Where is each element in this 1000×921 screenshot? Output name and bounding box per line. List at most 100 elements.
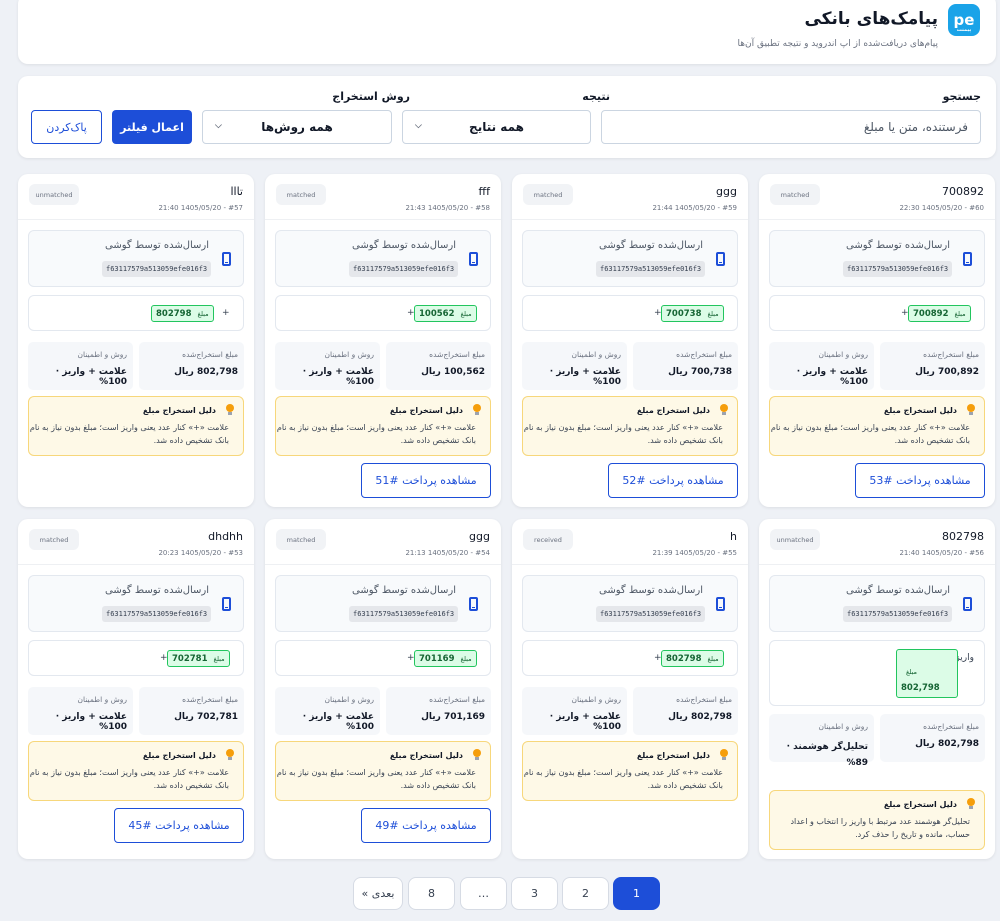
status-badge: matched	[276, 529, 326, 550]
extraction-reason-box: دلیل استخراج مبلغ علامت «+» کنار عدد یعنی…	[522, 741, 738, 801]
clear-filter-button[interactable]: پاک‌کردن	[31, 110, 102, 144]
sent-by-phone-box: ارسال‌شده توسط گوشی f63117579a513059efe01…	[275, 575, 491, 632]
extraction-reason-box: دلیل استخراج مبلغ علامت «+» کنار عدد یعنی…	[522, 396, 738, 456]
extracted-amount-label: مبلغ استخراج‌شده	[182, 350, 238, 359]
sent-by-phone-box: ارسال‌شده توسط گوشی f63117579a513059efe01…	[28, 575, 244, 632]
extraction-reason-box: دلیل استخراج مبلغ علامت «+» کنار عدد یعنی…	[28, 741, 244, 801]
sms-meta: #59 - 1405/05/20 21:44	[652, 204, 737, 212]
extraction-reason-title: دلیل استخراج مبلغ	[389, 751, 463, 760]
amount-highlight: 700738 مبلغ	[661, 305, 724, 322]
method-confidence-label: روش و اطمینان	[818, 350, 869, 359]
method-confidence-value: علامت + واریز · 100%	[302, 712, 374, 732]
page-button-2[interactable]: 2	[562, 877, 609, 910]
extracted-amount-label: مبلغ استخراج‌شده	[676, 695, 732, 704]
page-button-3[interactable]: 3	[511, 877, 558, 910]
phone-icon	[469, 597, 478, 611]
page-title: پیامک‌های بانکی	[804, 9, 938, 29]
extracted-amount-value: 700,738 ریال	[668, 367, 732, 377]
lightbulb-icon	[226, 404, 234, 415]
extraction-reason-text: علامت «+» کنار عدد یعنی واریز است؛ مبلغ …	[770, 423, 970, 445]
result-select-value: همه نتایج	[469, 120, 524, 134]
sms-sender: تااا	[230, 185, 243, 198]
amount-highlight-value: 701169	[419, 653, 455, 664]
sms-card: تااا #57 - 1405/05/20 21:40 unmatched ارسال…	[18, 174, 254, 507]
sms-body: 700738 مبلغ +	[522, 295, 738, 331]
amount-highlight-tag: مبلغ	[707, 309, 719, 318]
extracted-amount-box: مبلغ استخراج‌شده 700,738 ریال	[633, 342, 738, 390]
amount-highlight: 702781 مبلغ	[167, 650, 230, 667]
sms-card: dhdhh #53 - 1405/05/20 20:23 matched ارسال‌…	[18, 519, 254, 859]
page-button-8[interactable]: 8	[408, 877, 455, 910]
chevron-down-icon: ⌵	[415, 121, 422, 131]
view-payment-button[interactable]: مشاهده پرداخت #53	[855, 463, 985, 498]
device-hash: f63117579a513059efe016f3	[102, 606, 212, 622]
method-confidence-box: روش و اطمینان تحلیل‌گر هوشمند · 89%	[769, 714, 874, 768]
extraction-reason-text: علامت «+» کنار عدد یعنی واریز است؛ مبلغ …	[523, 768, 723, 790]
sent-by-phone-label: ارسال‌شده توسط گوشی	[846, 585, 950, 596]
extraction-reason-title: دلیل استخراج مبلغ	[389, 406, 463, 415]
view-payment-button[interactable]: مشاهده پرداخت #52	[608, 463, 738, 498]
sms-sender: ggg	[469, 530, 490, 543]
method-confidence-label: روش و اطمینان	[571, 695, 622, 704]
next-page-button[interactable]: بعدی »	[353, 877, 403, 910]
sms-meta: #53 - 1405/05/20 20:23	[158, 549, 243, 557]
method-confidence-value: علامت + واریز · 100%	[302, 367, 374, 387]
method-confidence-value: علامت + واریز · 100%	[796, 367, 868, 387]
lightbulb-icon	[473, 749, 481, 760]
apply-filter-button[interactable]: اعمال فیلتر	[112, 110, 192, 144]
extraction-reason-text: علامت «+» کنار عدد یعنی واریز است؛ مبلغ …	[523, 423, 723, 445]
extracted-amount-box: مبلغ استخراج‌شده 802,798 ریال	[633, 687, 738, 735]
phone-icon	[963, 597, 972, 611]
extraction-reason-box: دلیل استخراج مبلغ علامت «+» کنار عدد یعنی…	[275, 741, 491, 801]
plus-sign: +	[160, 653, 168, 663]
app-logo: pe پیمنت	[948, 4, 980, 36]
result-select[interactable]: همه نتایج ⌵	[402, 110, 591, 144]
amount-highlight-tag: مبلغ	[197, 309, 209, 318]
sms-sender: dhdhh	[208, 530, 243, 543]
sms-body: 701169 مبلغ +	[275, 640, 491, 676]
view-payment-button[interactable]: مشاهده پرداخت #49	[361, 808, 491, 843]
plus-sign: +	[654, 653, 662, 663]
sms-meta: #60 - 1405/05/20 22:30	[899, 204, 984, 212]
device-hash: f63117579a513059efe016f3	[596, 606, 706, 622]
amount-highlight: 701169 مبلغ	[414, 650, 477, 667]
amount-highlight-value: 100562	[419, 308, 455, 319]
amount-highlight-value: 802,798	[901, 683, 940, 693]
extracted-amount-value: 700,892 ریال	[915, 367, 979, 377]
method-select[interactable]: همه روش‌ها ⌵	[202, 110, 392, 144]
page-subtitle: پیام‌های دریافت‌شده از اپ اندروید و نتیج…	[737, 39, 939, 49]
sms-meta: #57 - 1405/05/20 21:40	[158, 204, 243, 212]
method-confidence-label: روش و اطمینان	[324, 695, 375, 704]
extraction-reason-title: دلیل استخراج مبلغ	[883, 800, 957, 809]
extracted-amount-label: مبلغ استخراج‌شده	[923, 350, 979, 359]
sms-meta: #54 - 1405/05/20 21:13	[405, 549, 490, 557]
device-hash: f63117579a513059efe016f3	[843, 261, 953, 277]
chevron-down-icon: ⌵	[215, 121, 222, 131]
extracted-amount-label: مبلغ استخراج‌شده	[182, 695, 238, 704]
plus-sign: +	[407, 308, 415, 318]
sms-body: 700892 مبلغ +	[769, 295, 985, 331]
method-confidence-value: علامت + واریز · 100%	[55, 712, 127, 732]
lightbulb-icon	[226, 749, 234, 760]
view-payment-button[interactable]: مشاهده پرداخت #51	[361, 463, 491, 498]
sms-card: fff #58 - 1405/05/20 21:43 matched ارسال‌شد…	[265, 174, 501, 507]
plus-sign: +	[901, 308, 909, 318]
method-confidence-box: روش و اطمینان علامت + واریز · 100%	[28, 342, 133, 390]
search-placeholder: فرستنده، متن یا مبلغ	[863, 120, 968, 134]
extracted-amount-box: مبلغ استخراج‌شده 702,781 ریال	[139, 687, 244, 735]
page-button-1[interactable]: 1	[613, 877, 660, 910]
plus-sign: +	[407, 653, 415, 663]
extracted-amount-box: مبلغ استخراج‌شده 701,169 ریال	[386, 687, 491, 735]
search-input[interactable]: فرستنده، متن یا مبلغ	[601, 110, 981, 144]
lightbulb-icon	[967, 798, 975, 809]
method-confidence-box: روش و اطمینان علامت + واریز · 100%	[275, 687, 380, 735]
amount-highlight: 802798 مبلغ	[661, 650, 724, 667]
extracted-amount-value: 100,562 ریال	[421, 367, 485, 377]
sms-meta: #55 - 1405/05/20 21:39	[652, 549, 737, 557]
method-confidence-value: علامت + واریز · 100%	[549, 367, 621, 387]
phone-icon	[469, 252, 478, 266]
view-payment-button[interactable]: مشاهده پرداخت #45	[114, 808, 244, 843]
extracted-amount-box: مبلغ استخراج‌شده 700,892 ریال	[880, 342, 985, 390]
card-divider	[18, 219, 254, 220]
sms-sender: fff	[478, 185, 490, 198]
